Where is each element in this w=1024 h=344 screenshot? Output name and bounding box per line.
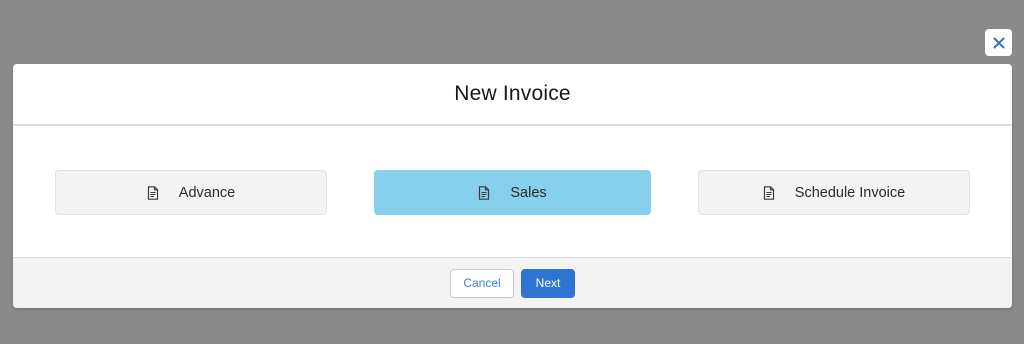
option-label: Sales [510,184,547,201]
dialog-header: New Invoice [13,64,1012,126]
option-sales[interactable]: Sales [374,170,651,215]
document-icon [763,185,775,200]
cancel-button[interactable]: Cancel [450,268,514,298]
modal-backdrop: New Invoice Advance Sales Schedule Invoi… [0,0,1024,344]
dialog-body: Advance Sales Schedule Invoice [13,126,1012,257]
close-icon [993,37,1005,49]
document-icon [147,185,159,200]
option-advance[interactable]: Advance [55,170,327,215]
dialog-footer: Cancel Next [13,257,1012,308]
option-label: Advance [178,184,236,201]
option-label: Schedule Invoice [794,184,906,201]
document-icon [478,185,490,200]
option-schedule-invoice[interactable]: Schedule Invoice [698,170,970,215]
dialog-title: New Invoice [454,82,571,105]
new-invoice-dialog: New Invoice Advance Sales Schedule Invoi… [13,64,1012,308]
close-button[interactable] [985,29,1012,56]
next-button[interactable]: Next [521,268,575,298]
